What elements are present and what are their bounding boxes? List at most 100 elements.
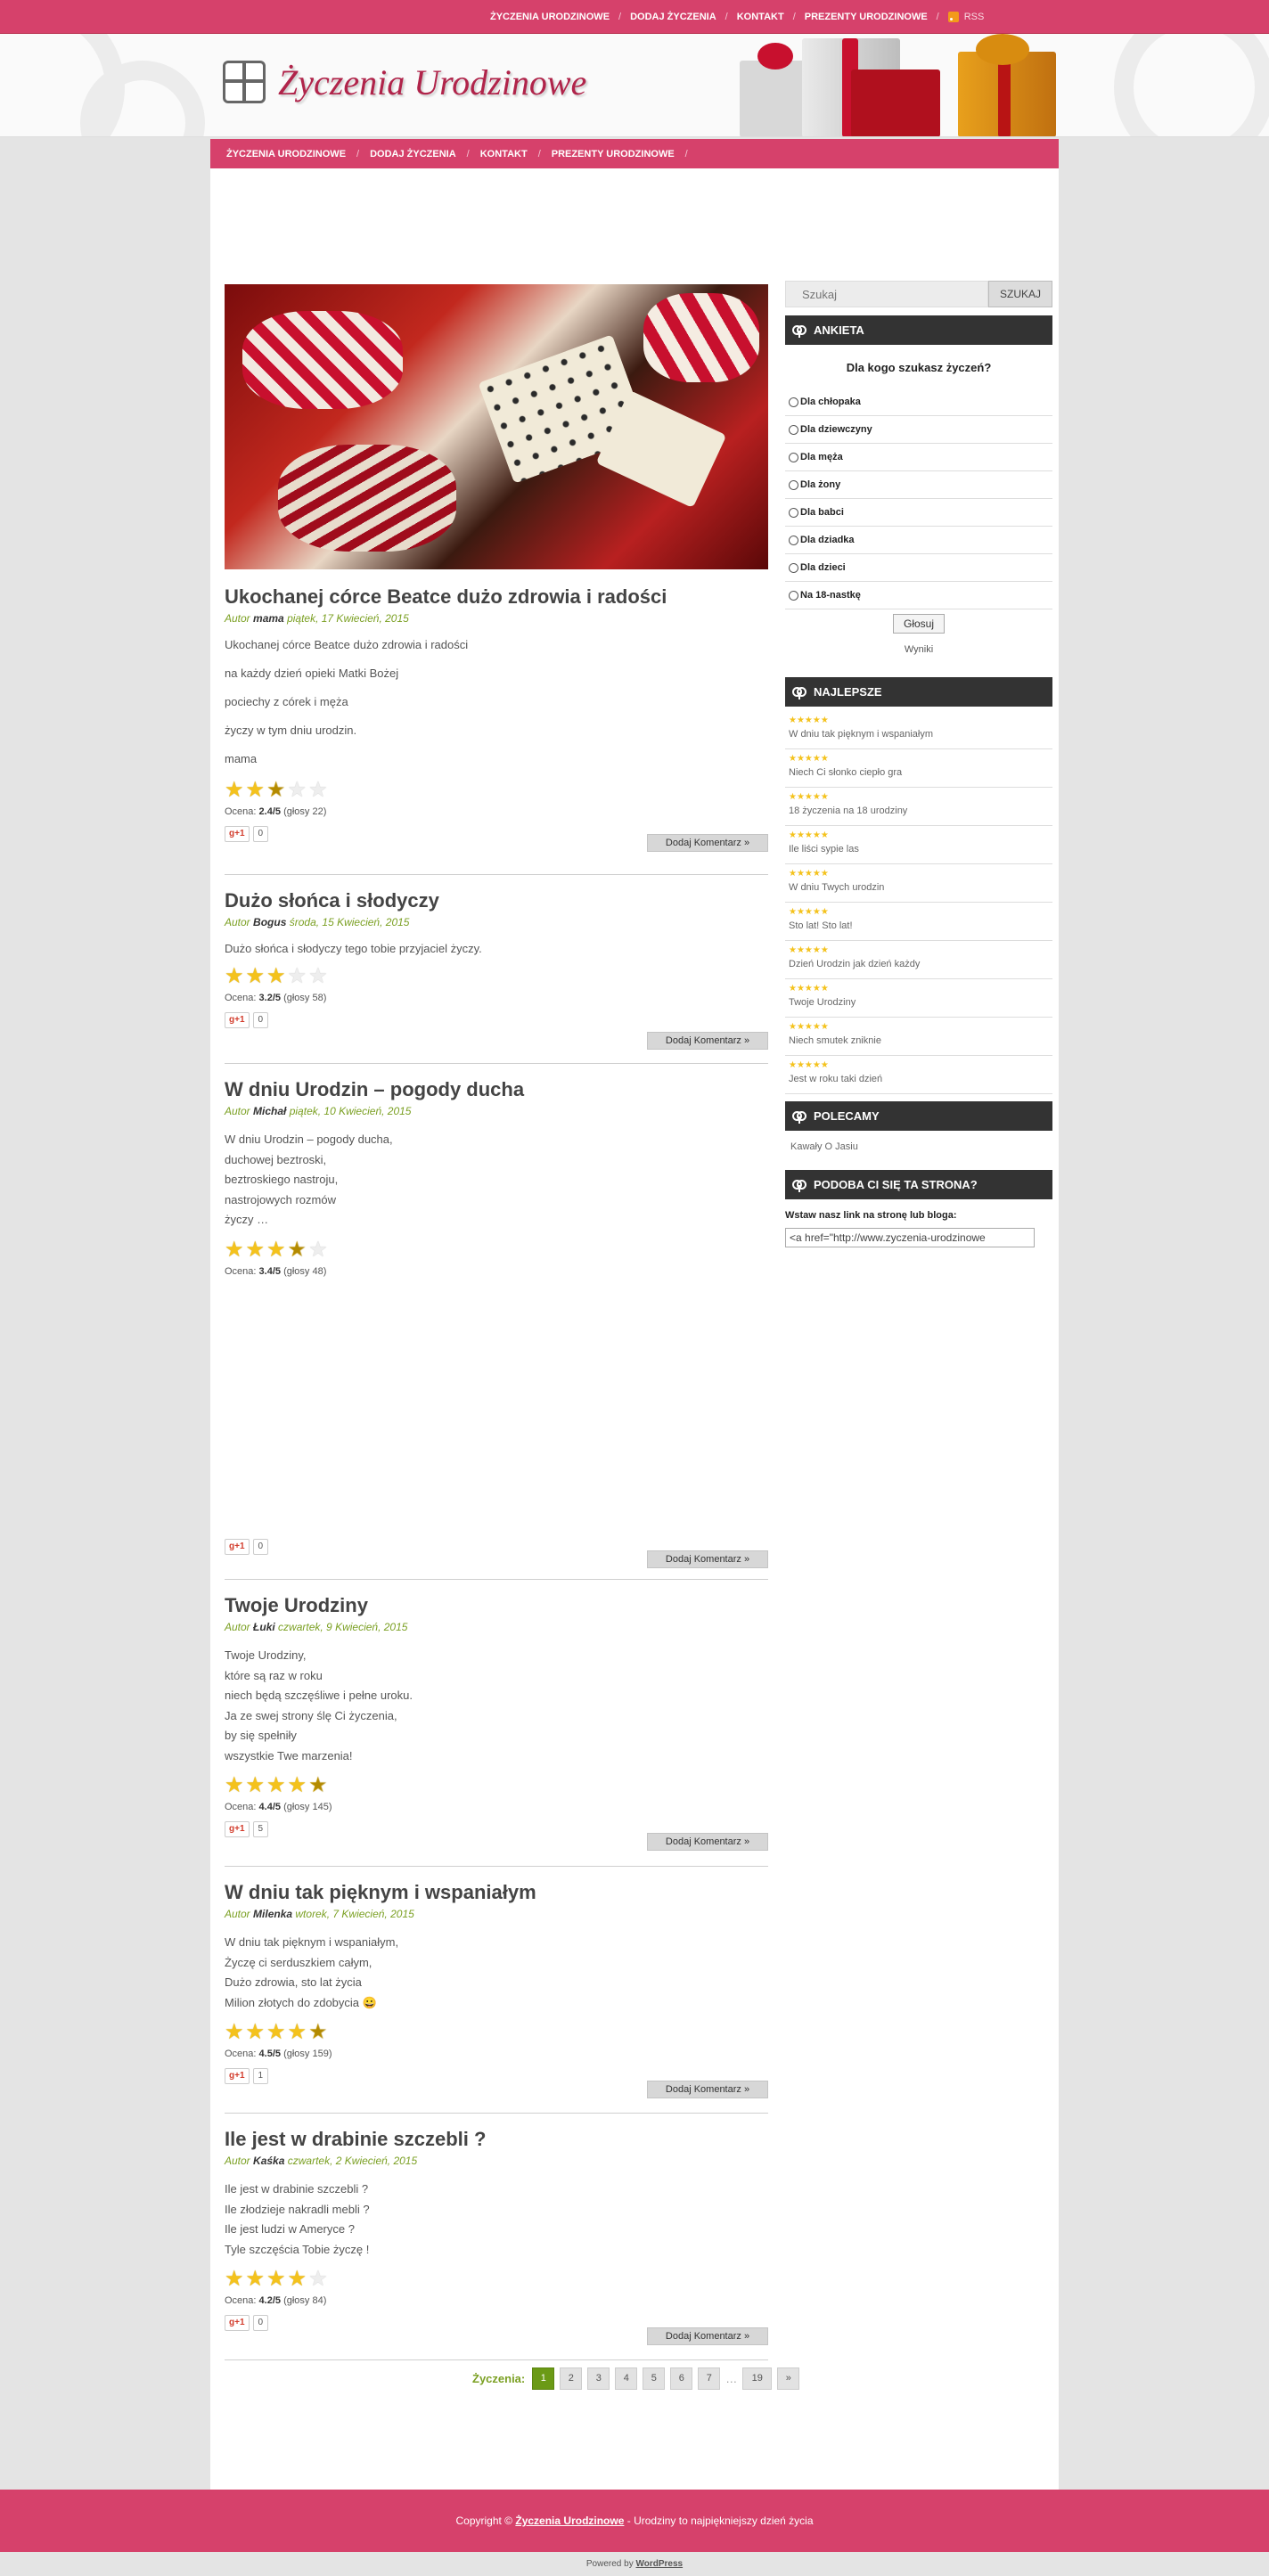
star-icon[interactable]: ★: [266, 1239, 286, 1261]
star-icon[interactable]: ★: [308, 966, 328, 987]
topnav-zyczenia-urodzinowe[interactable]: Życzenia urodzinowe: [481, 12, 618, 22]
search-input[interactable]: [785, 281, 988, 307]
gplus-button[interactable]: g+1: [225, 1821, 250, 1837]
wordpress-link[interactable]: WordPress: [635, 2559, 683, 2569]
star-icon[interactable]: ★: [246, 1239, 266, 1261]
radio-button[interactable]: [789, 479, 798, 490]
star-icon[interactable]: ★: [266, 780, 286, 801]
radio-button[interactable]: [789, 397, 798, 407]
rss-link[interactable]: RSS: [939, 12, 984, 22]
post-author[interactable]: Bogus: [253, 916, 286, 928]
star-icon[interactable]: ★: [288, 1775, 307, 1796]
add-comment-button[interactable]: Dodaj Komentarz »: [647, 834, 768, 852]
gplus-button[interactable]: g+1: [225, 2315, 250, 2331]
star-icon[interactable]: ★: [288, 780, 307, 801]
star-icon[interactable]: ★: [288, 2022, 307, 2043]
post-title[interactable]: Ile jest w drabinie szczebli ?: [225, 2128, 768, 2151]
gplus-button[interactable]: g+1: [225, 826, 250, 842]
star-icon[interactable]: ★: [266, 966, 286, 987]
star-rating[interactable]: ★ ★ ★ ★ ★: [225, 1239, 768, 1261]
page-link[interactable]: 6: [670, 2367, 693, 2390]
best-list-item[interactable]: ★★★★★ W dniu Twych urodzin: [785, 864, 1052, 903]
poll-option[interactable]: Dla żony: [785, 471, 1052, 499]
mainnav-prezenty-urodzinowe[interactable]: Prezenty urodzinowe: [541, 149, 685, 159]
star-icon[interactable]: ★: [266, 2269, 286, 2290]
post-title[interactable]: Dużo słońca i słodyczy: [225, 889, 768, 912]
star-icon[interactable]: ★: [225, 780, 244, 801]
page-link[interactable]: 7: [698, 2367, 721, 2390]
post-title[interactable]: W dniu Urodzin – pogody ducha: [225, 1078, 768, 1101]
page-link[interactable]: 3: [587, 2367, 610, 2390]
vote-button[interactable]: Głosuj: [893, 614, 945, 634]
best-list-item[interactable]: ★★★★★ Ile liści sypie las: [785, 826, 1052, 864]
poll-results-link[interactable]: Wyniki: [785, 644, 1052, 655]
post-title[interactable]: Twoje Urodziny: [225, 1594, 768, 1617]
page-link[interactable]: 5: [643, 2367, 666, 2390]
mainnav-zyczenia-urodzinowe[interactable]: Życzenia urodzinowe: [216, 149, 356, 159]
star-rating[interactable]: ★ ★ ★ ★ ★: [225, 2269, 768, 2290]
star-icon[interactable]: ★: [308, 1239, 328, 1261]
page-link[interactable]: 2: [560, 2367, 583, 2390]
star-icon[interactable]: ★: [225, 1775, 244, 1796]
post-author[interactable]: Kaśka: [253, 2155, 284, 2167]
topnav-dodaj-zyczenia[interactable]: Dodaj życzenia: [621, 12, 725, 22]
post-author[interactable]: Michał: [253, 1105, 286, 1117]
star-icon[interactable]: ★: [266, 1775, 286, 1796]
featured-image[interactable]: [225, 284, 768, 569]
star-rating[interactable]: ★ ★ ★ ★ ★: [225, 966, 768, 987]
page-link-last[interactable]: 19: [742, 2367, 773, 2390]
best-list-item[interactable]: ★★★★★ 18 życzenia na 18 urodziny: [785, 788, 1052, 826]
star-icon[interactable]: ★: [246, 2269, 266, 2290]
best-list-item[interactable]: ★★★★★ Sto lat! Sto lat!: [785, 903, 1052, 941]
add-comment-button[interactable]: Dodaj Komentarz »: [647, 1550, 768, 1568]
star-rating[interactable]: ★ ★ ★ ★ ★: [225, 780, 768, 801]
page-link[interactable]: 1: [532, 2367, 555, 2390]
poll-option[interactable]: Dla babci: [785, 499, 1052, 527]
post-title[interactable]: Ukochanej córce Beatce dużo zdrowia i ra…: [225, 585, 768, 609]
post-title[interactable]: W dniu tak pięknym i wspaniałym: [225, 1881, 768, 1904]
star-rating[interactable]: ★ ★ ★ ★ ★: [225, 2022, 768, 2043]
best-list-item[interactable]: ★★★★★ Jest w roku taki dzień: [785, 1056, 1052, 1094]
star-icon[interactable]: ★: [308, 780, 328, 801]
star-icon[interactable]: ★: [288, 1239, 307, 1261]
star-icon[interactable]: ★: [246, 780, 266, 801]
star-icon[interactable]: ★: [308, 2022, 328, 2043]
star-icon[interactable]: ★: [246, 1775, 266, 1796]
next-page-button[interactable]: »: [777, 2367, 800, 2390]
share-link-field[interactable]: [785, 1228, 1035, 1247]
radio-button[interactable]: [789, 424, 798, 435]
page-link[interactable]: 4: [615, 2367, 638, 2390]
star-icon[interactable]: ★: [246, 966, 266, 987]
poll-option[interactable]: Dla dziewczyny: [785, 416, 1052, 444]
gplus-button[interactable]: g+1: [225, 1538, 250, 1555]
topnav-kontakt[interactable]: Kontakt: [728, 12, 793, 22]
best-list-item[interactable]: ★★★★★ Niech smutek zniknie: [785, 1018, 1052, 1056]
star-icon[interactable]: ★: [266, 2022, 286, 2043]
polecamy-link[interactable]: Kawały O Jasiu: [790, 1141, 1052, 1152]
footer-site-link[interactable]: Życzenia Urodzinowe: [515, 2515, 624, 2527]
topnav-prezenty-urodzinowe[interactable]: Prezenty urodzinowe: [796, 12, 937, 22]
post-author[interactable]: Łuki: [253, 1621, 275, 1633]
add-comment-button[interactable]: Dodaj Komentarz »: [647, 1032, 768, 1050]
gplus-button[interactable]: g+1: [225, 1012, 250, 1028]
poll-option[interactable]: Dla męża: [785, 444, 1052, 471]
radio-button[interactable]: [789, 562, 798, 573]
star-icon[interactable]: ★: [225, 966, 244, 987]
poll-option[interactable]: Dla chłopaka: [785, 388, 1052, 416]
star-icon[interactable]: ★: [288, 966, 307, 987]
best-list-item[interactable]: ★★★★★ Niech Ci słonko ciepło gra: [785, 749, 1052, 788]
radio-button[interactable]: [789, 507, 798, 518]
star-icon[interactable]: ★: [246, 2022, 266, 2043]
search-button[interactable]: SZUKAJ: [988, 281, 1052, 307]
gplus-button[interactable]: g+1: [225, 2068, 250, 2084]
poll-option[interactable]: Dla dzieci: [785, 554, 1052, 582]
poll-option[interactable]: Na 18-nastkę: [785, 582, 1052, 609]
best-list-item[interactable]: ★★★★★ W dniu tak pięknym i wspaniałym: [785, 711, 1052, 749]
post-author[interactable]: Milenka: [253, 1908, 292, 1920]
site-logo[interactable]: Życzenia Urodzinowe: [223, 61, 586, 103]
radio-button[interactable]: [789, 452, 798, 462]
add-comment-button[interactable]: Dodaj Komentarz »: [647, 2327, 768, 2345]
radio-button[interactable]: [789, 535, 798, 545]
add-comment-button[interactable]: Dodaj Komentarz »: [647, 2081, 768, 2098]
add-comment-button[interactable]: Dodaj Komentarz »: [647, 1833, 768, 1851]
